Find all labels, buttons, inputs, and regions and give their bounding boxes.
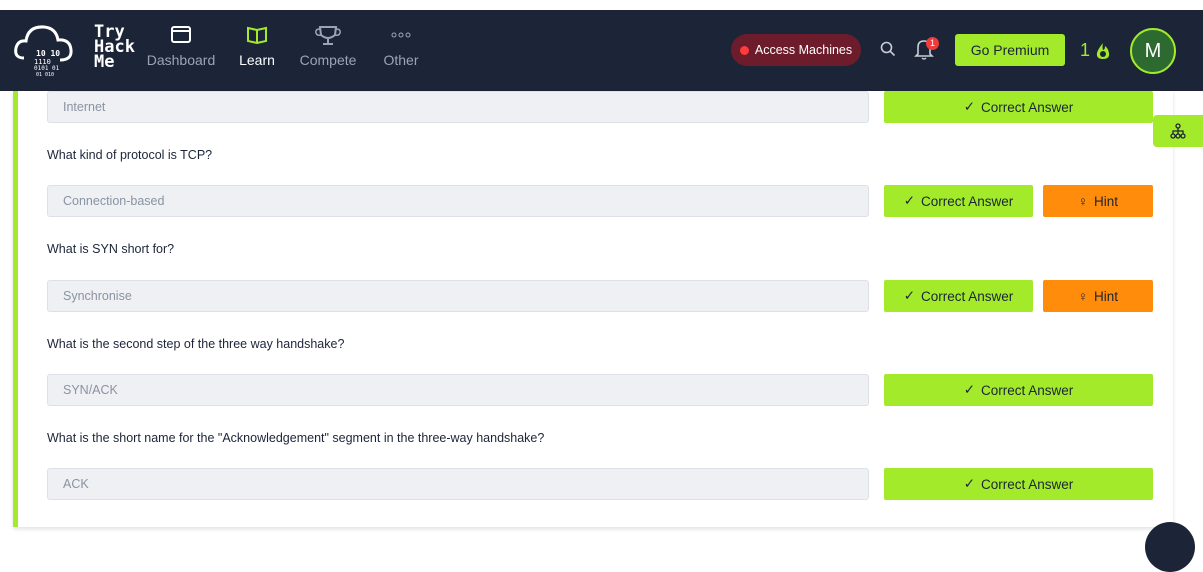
hint-button[interactable]: ♀ Hint	[1043, 280, 1153, 312]
question-text: What kind of protocol is TCP?	[47, 148, 213, 162]
correct-answer-button[interactable]: ✓ Correct Answer	[884, 468, 1153, 500]
svg-text:10 10: 10 10	[36, 49, 60, 58]
notification-badge: 1	[926, 37, 939, 50]
answer-field[interactable]: Internet	[47, 91, 869, 123]
question-text: What is the second step of the three way…	[47, 337, 345, 351]
user-avatar[interactable]: M	[1130, 28, 1176, 74]
network-hierarchy-icon	[1170, 123, 1186, 139]
go-premium-button[interactable]: Go Premium	[955, 34, 1065, 66]
nav-learn[interactable]: Learn	[238, 24, 276, 68]
correct-answer-button[interactable]: ✓ Correct Answer	[884, 374, 1153, 406]
status-dot-icon	[739, 45, 749, 55]
answer-field[interactable]: ACK	[47, 468, 869, 500]
cloud-logo-icon: 10 10 1110 0101 01 01 010	[14, 25, 73, 78]
question-text: What is the short name for the "Acknowle…	[47, 431, 545, 445]
check-icon: ✓	[963, 99, 976, 114]
answer-field[interactable]: SYN/ACK	[47, 374, 869, 406]
access-machines-button[interactable]: Access Machines	[731, 34, 861, 66]
answer-field[interactable]: Synchronise	[47, 280, 869, 312]
check-icon: ✓	[963, 382, 976, 397]
network-side-tab[interactable]	[1153, 115, 1203, 147]
flame-icon	[1096, 42, 1110, 59]
lightbulb-icon: ♀	[1077, 288, 1089, 304]
book-icon	[247, 26, 267, 45]
dashboard-icon	[171, 26, 191, 43]
correct-answer-button[interactable]: ✓ Correct Answer	[884, 280, 1033, 312]
top-navbar: 10 10 1110 0101 01 01 010 Try Hack Me Da…	[0, 10, 1203, 91]
hint-button[interactable]: ♀ Hint	[1043, 185, 1153, 217]
correct-answer-button[interactable]: ✓ Correct Answer	[884, 91, 1153, 123]
answer-field[interactable]: Connection-based	[47, 185, 869, 217]
svg-text:01 010: 01 010	[36, 72, 54, 78]
tryhackme-logo[interactable]: 10 10 1110 0101 01 01 010 Try Hack Me	[14, 18, 135, 82]
svg-text:0101 01: 0101 01	[34, 65, 60, 72]
lightbulb-icon: ♀	[1077, 193, 1089, 209]
chat-bubble-button[interactable]	[1145, 522, 1195, 572]
check-icon: ✓	[903, 288, 916, 303]
nav-compete[interactable]: Compete	[299, 24, 357, 68]
question-text: What is SYN short for?	[47, 242, 175, 256]
check-icon: ✓	[963, 476, 976, 491]
logo-wordmark: Try Hack Me	[94, 22, 135, 72]
search-icon[interactable]	[879, 40, 897, 58]
dots-icon	[391, 32, 411, 38]
trophy-icon	[315, 26, 341, 45]
correct-answer-button[interactable]: ✓ Correct Answer	[884, 185, 1033, 217]
nav-dashboard[interactable]: Dashboard	[146, 24, 216, 68]
streak-counter[interactable]: 1	[1080, 40, 1112, 61]
check-icon: ✓	[903, 193, 916, 208]
nav-other[interactable]: Other	[381, 24, 421, 68]
